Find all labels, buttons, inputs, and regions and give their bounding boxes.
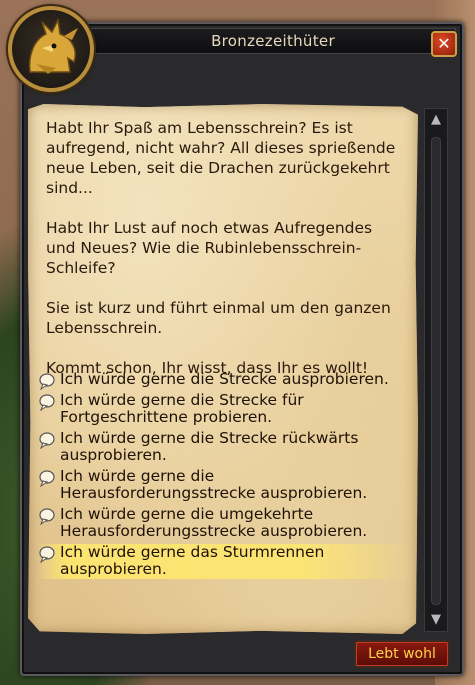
gossip-option[interactable]: Ich würde gerne die umgekehrte Herausfor…	[36, 504, 414, 541]
greeting-text: Habt Ihr Spaß am Lebensschrein? Es ist a…	[46, 118, 406, 398]
gossip-option[interactable]: Ich würde gerne die Herausforderungsstre…	[36, 466, 414, 503]
gossip-option-label: Ich würde gerne die Strecke rückwärts au…	[60, 428, 359, 464]
npc-portrait	[8, 6, 94, 92]
close-button[interactable]: ✕	[431, 31, 457, 57]
chat-bubble-icon	[39, 431, 55, 449]
gossip-option-label: Ich würde gerne die Herausforderungsstre…	[60, 466, 368, 502]
gossip-option-label: Ich würde gerne die Strecke ausprobieren…	[60, 370, 389, 388]
chat-bubble-icon	[39, 393, 55, 411]
scrollbar[interactable]: ▲ ▼	[424, 108, 448, 632]
chat-bubble-icon	[39, 507, 55, 525]
gossip-options: Ich würde gerne die Strecke ausprobieren…	[36, 370, 414, 582]
chat-bubble-icon	[39, 545, 55, 563]
close-icon: ✕	[437, 34, 451, 53]
chat-bubble-icon	[39, 373, 55, 390]
chevron-down-icon: ▼	[431, 612, 441, 627]
gossip-option-label: Ich würde gerne die Strecke für Fortgesc…	[60, 390, 304, 426]
greeting-paragraph: Habt Ihr Lust auf noch etwas Aufregendes…	[46, 219, 373, 277]
gossip-option[interactable]: Ich würde gerne die Strecke rückwärts au…	[36, 428, 414, 465]
title-bar[interactable]: Bronzezeithüter ✕	[90, 28, 457, 57]
gossip-option[interactable]: Ich würde gerne die Strecke für Fortgesc…	[36, 390, 414, 427]
gossip-option-highlighted[interactable]: Ich würde gerne das Sturmrennen ausprobi…	[36, 542, 414, 579]
farewell-button[interactable]: Lebt wohl	[354, 640, 450, 668]
gossip-option[interactable]: Ich würde gerne die Strecke ausprobieren…	[36, 370, 414, 390]
gossip-option-label: Ich würde gerne die umgekehrte Herausfor…	[60, 504, 368, 540]
window-title: Bronzezeithüter	[211, 32, 335, 50]
gossip-option-label: Ich würde gerne das Sturmrennen ausprobi…	[60, 542, 325, 578]
scroll-down-button[interactable]: ▼	[426, 611, 446, 629]
scroll-track[interactable]	[431, 137, 441, 605]
dragon-portrait-icon	[28, 17, 78, 74]
greeting-paragraph: Habt Ihr Spaß am Lebensschrein? Es ist a…	[46, 119, 396, 197]
chat-bubble-icon	[39, 469, 55, 487]
greeting-paragraph: Sie ist kurz und führt einmal um den gan…	[46, 299, 391, 337]
scroll-up-button[interactable]: ▲	[426, 111, 446, 129]
chevron-up-icon: ▲	[431, 112, 441, 127]
